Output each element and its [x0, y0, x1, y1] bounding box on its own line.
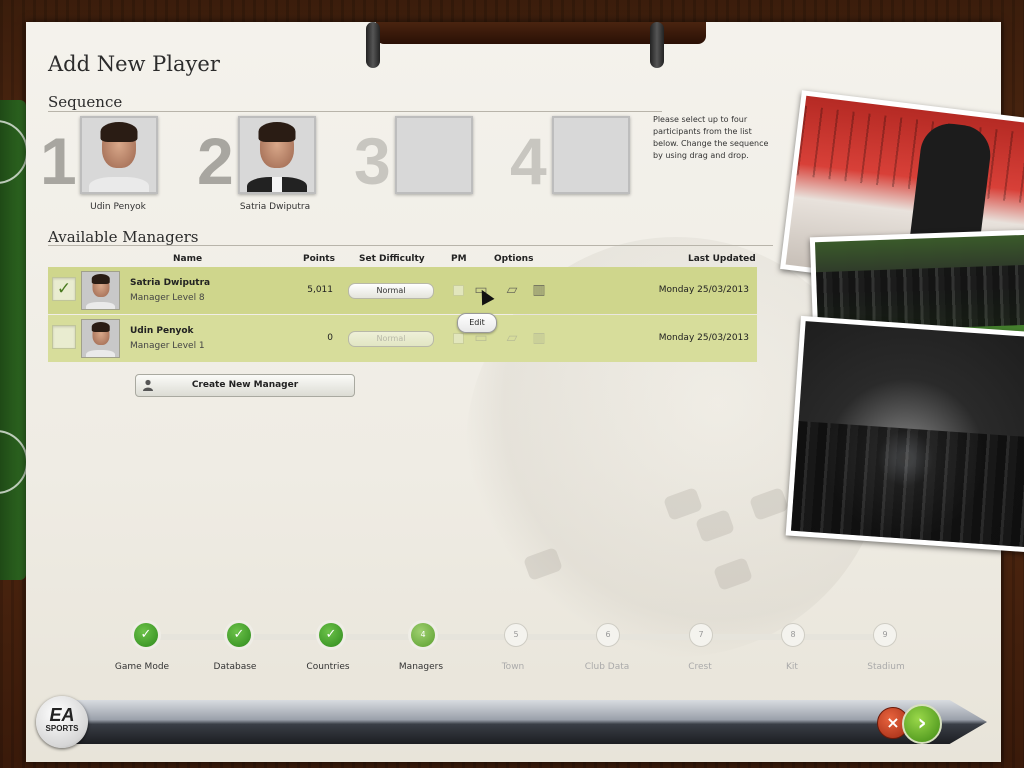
column-difficulty[interactable]: Set Difficulty: [359, 254, 425, 264]
next-button[interactable]: ›: [902, 704, 942, 744]
step-2-done-check-icon: ✓: [227, 623, 251, 647]
step-5-pending: 5: [504, 623, 528, 647]
binder-ring: [366, 22, 380, 68]
difficulty-select[interactable]: Normal: [348, 283, 434, 299]
manager-points: 5,011: [307, 285, 333, 295]
manager-level: Manager Level 1: [130, 341, 205, 351]
slot-2-portrait[interactable]: [238, 116, 316, 194]
create-new-manager-button[interactable]: Create New Manager: [135, 374, 355, 397]
slot-number-3: 3: [354, 124, 391, 198]
pitch-marking: [0, 430, 28, 494]
pitch-marking: [0, 120, 28, 184]
slot-2-name: Satria Dwiputra: [239, 202, 311, 212]
column-points[interactable]: Points: [303, 254, 335, 264]
column-pm[interactable]: PM: [451, 254, 467, 264]
table-row[interactable]: Udin Penyok Manager Level 1 0 Normal ▭ ▱…: [48, 315, 757, 362]
rename-icon[interactable]: ▱: [503, 281, 521, 299]
press-conference-photo: [785, 315, 1024, 555]
player-face-image: [82, 118, 156, 192]
last-updated-date: Monday 25/03/2013: [658, 285, 749, 295]
step-label: Kit: [786, 662, 798, 672]
slot-1-portrait[interactable]: [80, 116, 158, 194]
slot-number-2: 2: [197, 124, 234, 198]
binder-ring: [650, 22, 664, 68]
step-label: Database: [213, 662, 257, 672]
last-updated-date: Monday 25/03/2013: [658, 333, 749, 343]
player-face-image: [82, 320, 119, 357]
manager-points: 0: [327, 333, 333, 343]
slot-number-1: 1: [40, 124, 77, 198]
manager-avatar: [81, 271, 120, 310]
step-3-done-check-icon: ✓: [319, 623, 343, 647]
sequence-divider: [48, 111, 662, 112]
manager-avatar: [81, 319, 120, 358]
manager-name: Udin Penyok: [130, 326, 194, 336]
create-new-manager-label: Create New Manager: [191, 380, 299, 390]
managers-divider: [48, 245, 773, 246]
step-label: Stadium: [867, 662, 905, 672]
pm-checkbox[interactable]: [453, 333, 464, 344]
slot-3-empty[interactable]: [395, 116, 473, 194]
player-face-image: [240, 118, 314, 192]
managers-title: Available Managers: [48, 228, 199, 246]
table-row[interactable]: ✓ Satria Dwiputra Manager Level 8 5,011 …: [48, 267, 757, 314]
step-4-current: 4: [411, 623, 435, 647]
edit-tooltip: Edit: [457, 313, 497, 333]
pitch-strip: [0, 100, 28, 580]
step-7-pending: 7: [689, 623, 713, 647]
slot-4-empty[interactable]: [552, 116, 630, 194]
step-label: Club Data: [584, 662, 630, 672]
step-label: Crest: [688, 662, 712, 672]
step-label: Countries: [306, 662, 350, 672]
person-icon: [143, 379, 153, 391]
rename-icon[interactable]: ▱: [503, 329, 521, 347]
manager-name: Satria Dwiputra: [130, 278, 211, 288]
row-select-checkbox[interactable]: [52, 325, 76, 349]
page-title: Add New Player: [48, 52, 220, 76]
sequence-help-text: Please select up to four participants fr…: [653, 115, 769, 160]
row-select-checkbox[interactable]: ✓: [52, 277, 76, 301]
player-face-image: [82, 272, 119, 309]
manager-level: Manager Level 8: [130, 293, 205, 303]
step-8-pending: 8: [781, 623, 805, 647]
column-options: Options: [494, 254, 534, 264]
step-label: Game Mode: [114, 662, 170, 672]
bottom-bar: [52, 700, 987, 744]
slot-number-4: 4: [510, 124, 547, 198]
step-1-done-check-icon: ✓: [134, 623, 158, 647]
delete-icon[interactable]: ▥: [530, 329, 548, 347]
step-6-pending: 6: [596, 623, 620, 647]
pm-checkbox[interactable]: [453, 285, 464, 296]
delete-icon[interactable]: ▥: [530, 281, 548, 299]
step-label: Town: [501, 662, 525, 672]
step-label: Managers: [398, 662, 444, 672]
ea-sports-logo: EA SPORTS: [36, 696, 88, 748]
sequence-title: Sequence: [48, 93, 123, 111]
column-name[interactable]: Name: [173, 254, 202, 264]
difficulty-select[interactable]: Normal: [348, 331, 434, 347]
column-last-updated[interactable]: Last Updated: [688, 254, 756, 264]
slot-1-name: Udin Penyok: [90, 202, 146, 212]
step-9-pending: 9: [873, 623, 897, 647]
